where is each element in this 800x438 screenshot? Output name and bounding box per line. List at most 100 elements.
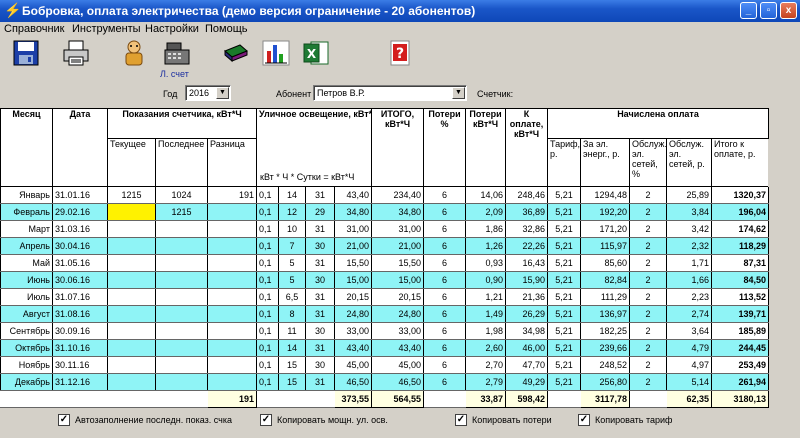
grid-cell[interactable]: 2,32 xyxy=(666,237,713,255)
grid-cell[interactable]: 15,00 xyxy=(333,271,373,289)
grid-cell[interactable] xyxy=(155,305,208,323)
grid-cell[interactable]: 182,25 xyxy=(580,322,631,340)
grid-cell[interactable]: 0,1 xyxy=(256,254,279,272)
table-row[interactable]: Сентябрь 30.09.16 0,1 11 30 33,00 33,00 6 1,98 34… xyxy=(0,322,800,340)
month-cell[interactable]: Сентябрь xyxy=(0,322,53,340)
grid-cell[interactable] xyxy=(155,288,208,306)
grid-cell[interactable]: 14 xyxy=(278,186,306,204)
grid-cell[interactable]: 111,29 xyxy=(580,288,631,306)
minimize-button[interactable]: _ xyxy=(740,2,757,19)
grid-cell[interactable]: 5,21 xyxy=(547,254,582,272)
table-row[interactable]: Январь 31.01.16 1215 1024 191 0,1 14 31 43,40 234… xyxy=(0,186,800,204)
grid-cell[interactable] xyxy=(207,373,257,391)
grid-cell[interactable]: 49,29 xyxy=(505,373,549,391)
grid-cell[interactable] xyxy=(207,203,257,221)
grid-cell[interactable]: 1215 xyxy=(155,203,208,221)
grid-cell[interactable]: 1,66 xyxy=(666,271,713,289)
check-icon[interactable]: ✓ xyxy=(260,414,272,426)
grid-cell[interactable]: 31.07.16 xyxy=(52,288,108,306)
chart-icon[interactable] xyxy=(262,39,290,67)
grid-cell[interactable]: 20,15 xyxy=(371,288,425,306)
grid-cell[interactable]: 6 xyxy=(423,373,467,391)
grid-cell[interactable]: 30 xyxy=(305,356,335,374)
book-icon[interactable] xyxy=(222,39,250,67)
grid-cell[interactable]: 2,70 xyxy=(465,356,507,374)
grid-cell[interactable]: 46,50 xyxy=(333,373,373,391)
grid-cell[interactable]: 2,23 xyxy=(666,288,713,306)
table-row[interactable]: Ноябрь 30.11.16 0,1 15 30 45,00 45,00 6 2,70 47,7… xyxy=(0,356,800,374)
grid-cell[interactable]: 2,74 xyxy=(666,305,713,323)
grid-cell[interactable] xyxy=(155,237,208,255)
grid-cell[interactable]: 20,15 xyxy=(333,288,373,306)
grid-cell[interactable]: 5,21 xyxy=(547,373,582,391)
grid-cell[interactable]: 30 xyxy=(305,271,335,289)
grid-cell[interactable]: 0,1 xyxy=(256,356,279,374)
grid-cell[interactable]: 1,86 xyxy=(465,220,507,238)
grid-cell[interactable] xyxy=(155,356,208,374)
table-row[interactable]: Апрель 30.04.16 0,1 7 30 21,00 21,00 6 1,26 22,26… xyxy=(0,237,800,255)
month-cell[interactable]: Июнь xyxy=(0,271,53,289)
grid-cell[interactable] xyxy=(107,254,156,272)
grid-cell[interactable]: 248,46 xyxy=(505,186,549,204)
grid-cell[interactable] xyxy=(107,356,156,374)
grid-cell[interactable]: 8 xyxy=(278,305,306,323)
grid-cell[interactable]: 5,14 xyxy=(666,373,713,391)
month-cell[interactable]: Январь xyxy=(0,186,53,204)
grid-cell[interactable]: 5,21 xyxy=(547,186,582,204)
grid-cell[interactable] xyxy=(107,220,156,238)
grid-cell[interactable]: 14 xyxy=(278,339,306,357)
grid-cell[interactable]: 31 xyxy=(305,373,335,391)
grid-cell[interactable] xyxy=(207,305,257,323)
grid-cell[interactable] xyxy=(107,322,156,340)
grid-cell[interactable]: 15,90 xyxy=(505,271,549,289)
table-row[interactable]: Март 31.03.16 0,1 10 31 31,00 31,00 6 1,86 32,86 5… xyxy=(0,220,800,238)
grid-cell[interactable]: 2 xyxy=(629,339,668,357)
month-cell[interactable]: Июль xyxy=(0,288,53,306)
grid-cell[interactable]: 115,97 xyxy=(580,237,631,255)
grid-cell[interactable] xyxy=(107,237,156,255)
grid-cell[interactable]: 47,70 xyxy=(505,356,549,374)
menu-reference[interactable]: Справочник xyxy=(4,23,65,35)
grid-cell[interactable] xyxy=(207,322,257,340)
grid-cell[interactable]: 248,52 xyxy=(580,356,631,374)
grid-cell[interactable]: 33,00 xyxy=(371,322,425,340)
grid-cell[interactable]: 1,49 xyxy=(465,305,507,323)
grid-cell[interactable]: 139,71 xyxy=(711,305,770,323)
menu-help[interactable]: Помощь xyxy=(205,23,248,35)
grid-cell[interactable]: 16,43 xyxy=(505,254,549,272)
grid-cell[interactable]: 2 xyxy=(629,373,668,391)
grid-cell[interactable]: 113,52 xyxy=(711,288,770,306)
month-cell[interactable]: Декабрь xyxy=(0,373,53,391)
grid-cell[interactable]: 2 xyxy=(629,186,668,204)
grid-cell[interactable]: 31 xyxy=(305,288,335,306)
grid-cell[interactable] xyxy=(207,254,257,272)
grid-cell[interactable]: 43,40 xyxy=(371,339,425,357)
grid-cell[interactable]: 31,00 xyxy=(371,220,425,238)
grid-cell[interactable]: 1,26 xyxy=(465,237,507,255)
grid-cell[interactable]: 26,29 xyxy=(505,305,549,323)
grid-cell[interactable]: 15,50 xyxy=(371,254,425,272)
grid-cell[interactable]: 174,62 xyxy=(711,220,770,238)
grid-cell[interactable]: 196,04 xyxy=(711,203,770,221)
grid-cell[interactable]: 2 xyxy=(629,305,668,323)
grid-cell[interactable]: 4,97 xyxy=(666,356,713,374)
grid-cell[interactable]: 10 xyxy=(278,220,306,238)
grid-cell[interactable]: 2,09 xyxy=(465,203,507,221)
grid-cell[interactable]: 0,1 xyxy=(256,339,279,357)
grid-cell[interactable] xyxy=(107,271,156,289)
grid-cell[interactable]: 0,1 xyxy=(256,305,279,323)
grid-cell[interactable]: 6 xyxy=(423,356,467,374)
grid-cell[interactable]: 87,31 xyxy=(711,254,770,272)
month-cell[interactable]: Апрель xyxy=(0,237,53,255)
grid-cell[interactable]: 6 xyxy=(423,203,467,221)
grid-cell[interactable]: 12 xyxy=(278,203,306,221)
grid-cell[interactable]: 14,06 xyxy=(465,186,507,204)
grid-cell[interactable]: 24,80 xyxy=(371,305,425,323)
grid-cell[interactable]: 30.06.16 xyxy=(52,271,108,289)
grid-cell[interactable]: 1215 xyxy=(107,186,156,204)
grid-cell[interactable]: 6,5 xyxy=(278,288,306,306)
grid-cell[interactable] xyxy=(207,271,257,289)
grid-cell[interactable]: 31 xyxy=(305,305,335,323)
check-icon[interactable]: ✓ xyxy=(58,414,70,426)
users-icon[interactable] xyxy=(120,39,148,67)
